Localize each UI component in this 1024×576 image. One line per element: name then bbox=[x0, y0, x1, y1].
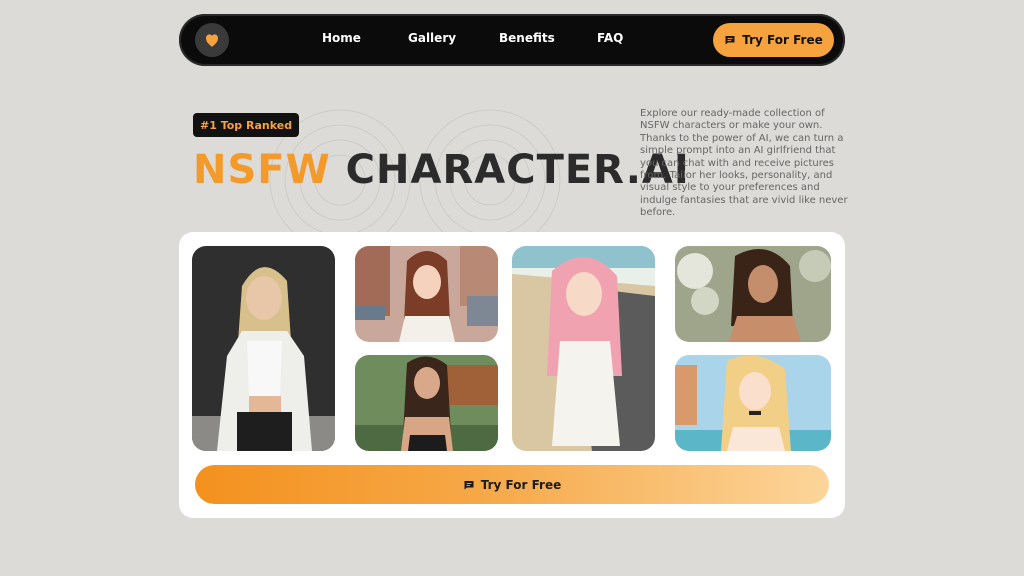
character-image-2[interactable] bbox=[355, 246, 498, 342]
character-image-1[interactable] bbox=[192, 246, 335, 451]
character-image-6[interactable] bbox=[675, 355, 831, 451]
character-image-3[interactable] bbox=[512, 246, 655, 451]
nav-try-free-label: Try For Free bbox=[742, 33, 823, 47]
gallery-try-free-label: Try For Free bbox=[480, 477, 562, 492]
nav-link-benefits[interactable]: Benefits bbox=[499, 31, 555, 45]
top-navbar: Home Gallery Benefits FAQ Try For Free bbox=[179, 14, 845, 66]
character-image-5[interactable] bbox=[355, 355, 498, 451]
gallery-try-free-button[interactable]: Try For Free bbox=[195, 465, 829, 504]
logo[interactable] bbox=[195, 23, 229, 57]
heart-icon bbox=[206, 34, 218, 47]
chat-icon bbox=[725, 36, 735, 45]
title-main: CHARACTER.AI bbox=[345, 147, 690, 193]
nav-link-faq[interactable]: FAQ bbox=[597, 31, 623, 45]
title-accent: NSFW bbox=[193, 147, 331, 193]
hero-description: Explore our ready-made collection of NSF… bbox=[640, 108, 848, 219]
nav-link-home[interactable]: Home bbox=[322, 31, 361, 45]
page-title: NSFW CHARACTER.AI bbox=[193, 147, 690, 195]
nav-link-gallery[interactable]: Gallery bbox=[408, 31, 456, 45]
nav-try-free-button[interactable]: Try For Free bbox=[713, 23, 834, 57]
top-ranked-badge: #1 Top Ranked bbox=[193, 113, 300, 137]
landing-page: Home Gallery Benefits FAQ Try For Free #… bbox=[0, 0, 1024, 576]
chat-icon bbox=[464, 480, 474, 489]
character-image-4[interactable] bbox=[675, 246, 831, 342]
